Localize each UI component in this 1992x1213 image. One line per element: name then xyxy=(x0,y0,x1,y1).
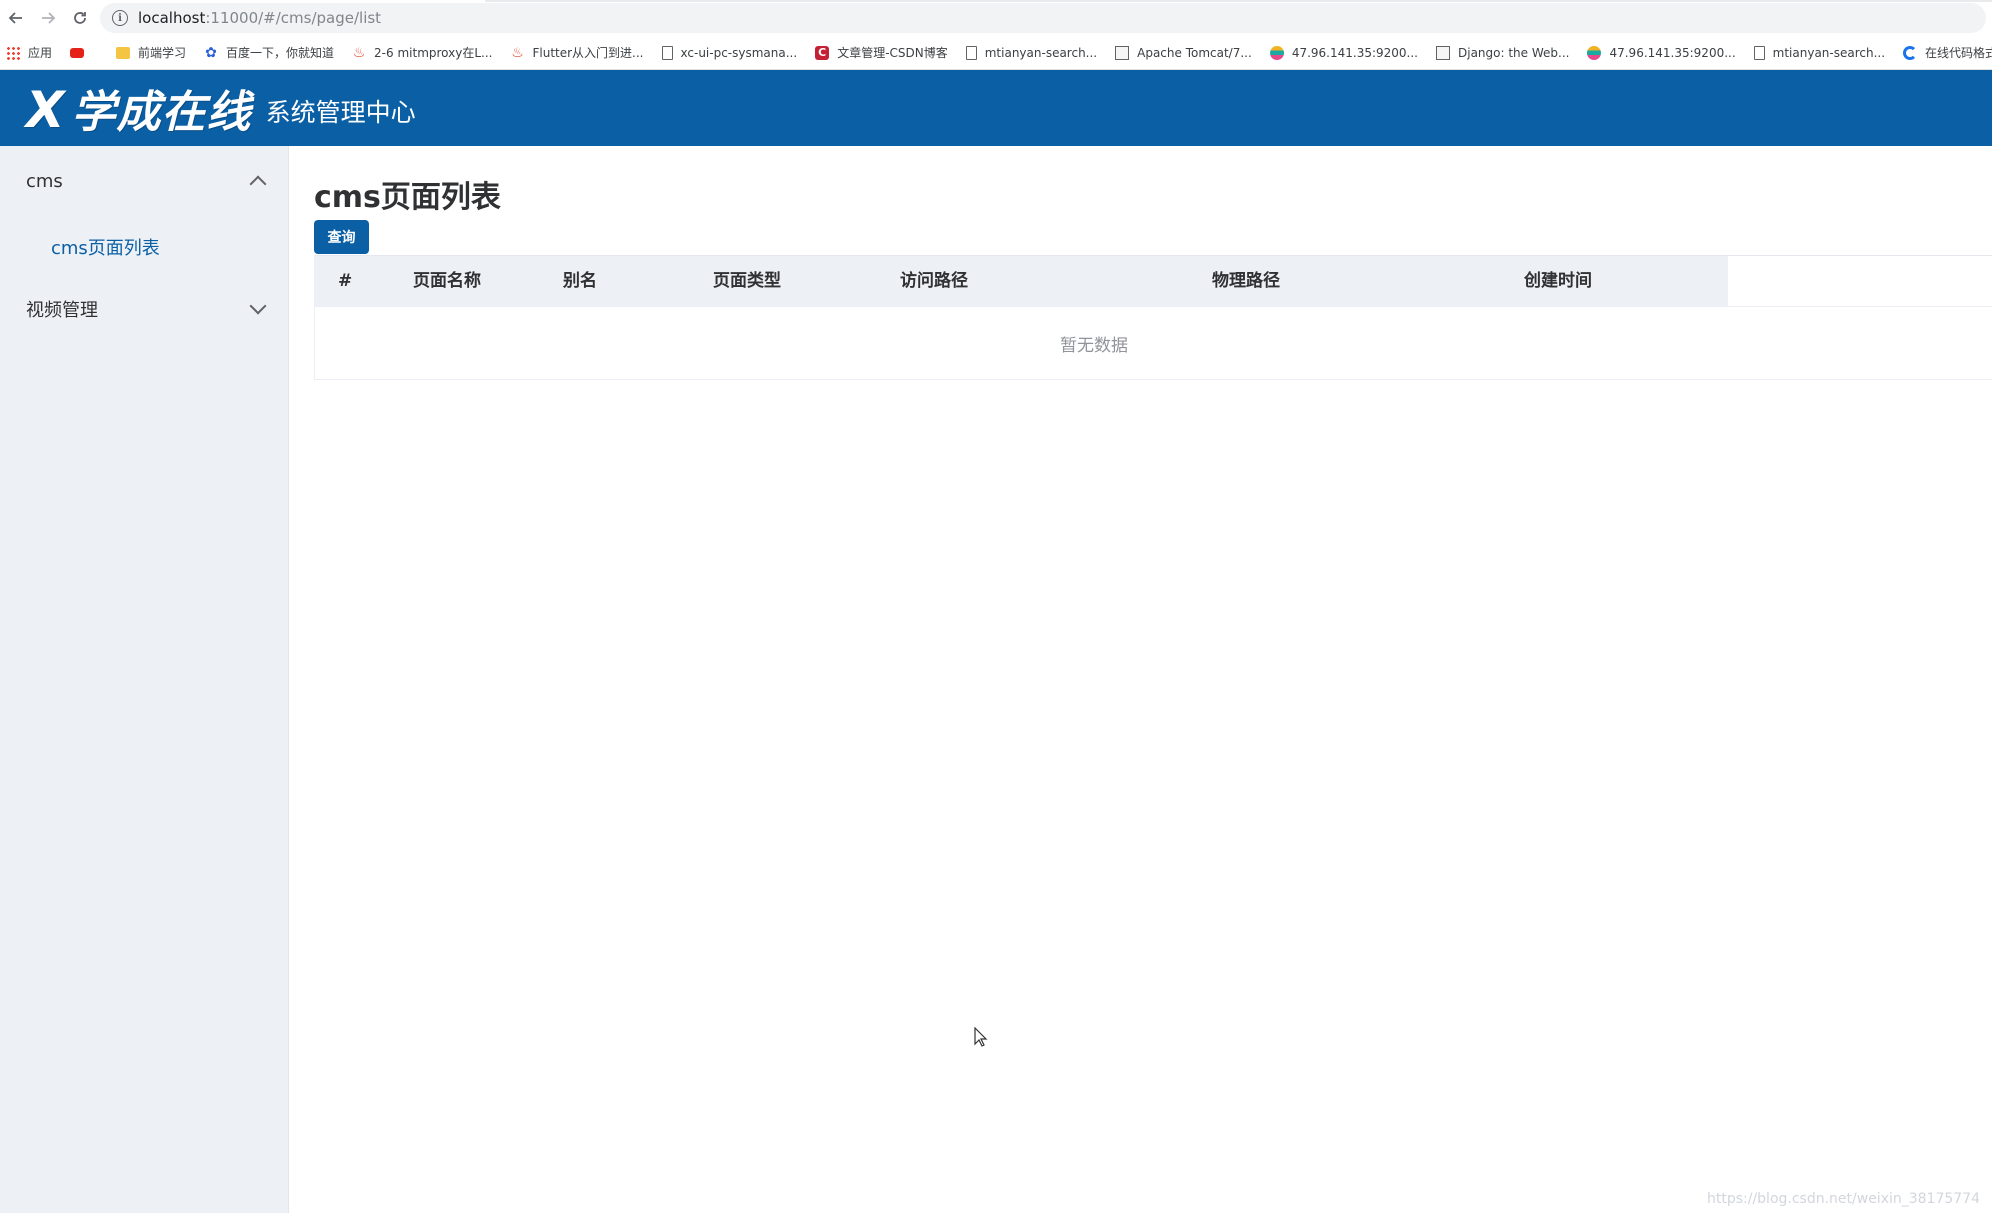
mouse-cursor-icon xyxy=(974,1027,988,1047)
page-icon xyxy=(965,45,977,60)
sidebar-menu-label: 视频管理 xyxy=(26,300,98,321)
page-title: cms页面列表 xyxy=(314,180,501,215)
sidebar-menu-cms[interactable]: cms xyxy=(0,146,288,216)
forward-button[interactable] xyxy=(32,0,64,36)
chevron-down-icon xyxy=(249,297,267,315)
bookmarks-bar: 应用 前端学习 ✿ 百度一下，你就知道 ♨ 2-6 mitmproxy在L... ♨… xyxy=(0,36,1992,70)
bookmark-baidu[interactable]: ✿ 百度一下，你就知道 xyxy=(204,44,334,61)
sidebar-item-cms-page-list[interactable]: cms页面列表 xyxy=(0,216,288,278)
page-icon xyxy=(1753,45,1765,60)
bookmark-tomcat[interactable]: Apache Tomcat/7... xyxy=(1115,45,1252,60)
apps-grid-icon xyxy=(6,45,20,60)
arrow-right-icon xyxy=(42,12,56,24)
bookmark-elastic-1[interactable]: 47.96.141.35:9200... xyxy=(1269,45,1418,60)
page-load-bar xyxy=(485,0,1992,2)
table-header: # 页面名称 别名 页面类型 访问路径 物理路径 创建时间 xyxy=(315,256,1728,306)
page-table: # 页面名称 别名 页面类型 访问路径 物理路径 创建时间 暂无数据 xyxy=(314,256,1992,380)
column-create-time: 创建时间 xyxy=(1524,271,1592,291)
column-alias: 别名 xyxy=(563,271,597,291)
logo: X 学成在线 xyxy=(26,76,252,140)
elastic-icon xyxy=(1587,45,1602,60)
sidebar-menu-label: cms xyxy=(26,170,63,192)
site-info-icon[interactable]: i xyxy=(112,10,128,26)
address-bar[interactable]: i localhost:11000/#/cms/page/list xyxy=(100,3,1986,33)
app-header: X 学成在线 系统管理中心 xyxy=(0,70,1992,146)
query-button[interactable]: 查询 xyxy=(314,220,369,254)
bookmark-code-format[interactable]: 在线代码格式化 xyxy=(1903,44,1992,61)
url-host: localhost xyxy=(138,9,206,27)
empty-text: 暂无数据 xyxy=(1060,336,1128,356)
bookmark-youtube[interactable] xyxy=(70,47,92,58)
sidebar: cms cms页面列表 视频管理 xyxy=(0,146,289,1213)
table-empty: 暂无数据 xyxy=(315,306,1992,380)
bookmark-apps[interactable]: 应用 xyxy=(6,44,52,61)
watermark: https://blog.csdn.net/weixin_38175774 xyxy=(1706,1191,1980,1207)
logo-text: 学成在线 xyxy=(71,87,252,138)
browser-toolbar: i localhost:11000/#/cms/page/list xyxy=(0,0,1992,36)
url-path: :11000/#/cms/page/list xyxy=(205,9,382,27)
sidebar-menu-video[interactable]: 视频管理 xyxy=(0,278,288,340)
baidu-paw-icon: ✿ xyxy=(205,44,217,61)
csdn-icon: C xyxy=(815,45,830,60)
bookmark-flutter[interactable]: ♨ Flutter从入门到进... xyxy=(510,44,643,61)
bookmark-xc-ui[interactable]: xc-ui-pc-sysmana... xyxy=(661,45,797,60)
arrow-left-icon xyxy=(8,12,22,24)
system-title: 系统管理中心 xyxy=(265,98,416,127)
main-content: cms页面列表 查询 # 页面名称 别名 页面类型 访问路径 物理路径 创建时间… xyxy=(290,146,1992,1213)
google-c-icon xyxy=(1903,45,1918,60)
elastic-icon xyxy=(1269,45,1284,60)
reload-button[interactable] xyxy=(64,0,96,36)
column-index: # xyxy=(338,271,353,291)
reload-icon xyxy=(74,12,86,24)
bookmark-csdn[interactable]: C 文章管理-CSDN博客 xyxy=(815,44,948,61)
fire-icon: ♨ xyxy=(511,44,524,61)
django-icon xyxy=(1436,45,1450,60)
column-page-name: 页面名称 xyxy=(413,271,481,291)
logo-mark: X xyxy=(26,81,66,139)
column-page-type: 页面类型 xyxy=(713,271,781,291)
column-access-path: 访问路径 xyxy=(900,271,968,291)
fire-icon: ♨ xyxy=(352,44,366,61)
tomcat-icon xyxy=(1115,45,1130,60)
bookmark-mtianyan-1[interactable]: mtianyan-search... xyxy=(965,45,1097,60)
chevron-up-icon xyxy=(249,175,267,193)
youtube-icon xyxy=(70,47,85,58)
bookmark-elastic-2[interactable]: 47.96.141.35:9200... xyxy=(1587,45,1736,60)
bookmark-django[interactable]: Django: the Web... xyxy=(1436,45,1569,60)
bookmark-mtianyan-2[interactable]: mtianyan-search... xyxy=(1753,45,1885,60)
back-button[interactable] xyxy=(0,0,32,36)
sidebar-item-label: cms页面列表 xyxy=(51,238,160,259)
page-icon xyxy=(661,45,673,60)
bookmark-mitmproxy[interactable]: ♨ 2-6 mitmproxy在L... xyxy=(352,44,493,61)
folder-icon xyxy=(116,46,131,59)
bookmark-folder-frontend[interactable]: 前端学习 xyxy=(116,44,186,61)
column-physical-path: 物理路径 xyxy=(1212,271,1280,291)
